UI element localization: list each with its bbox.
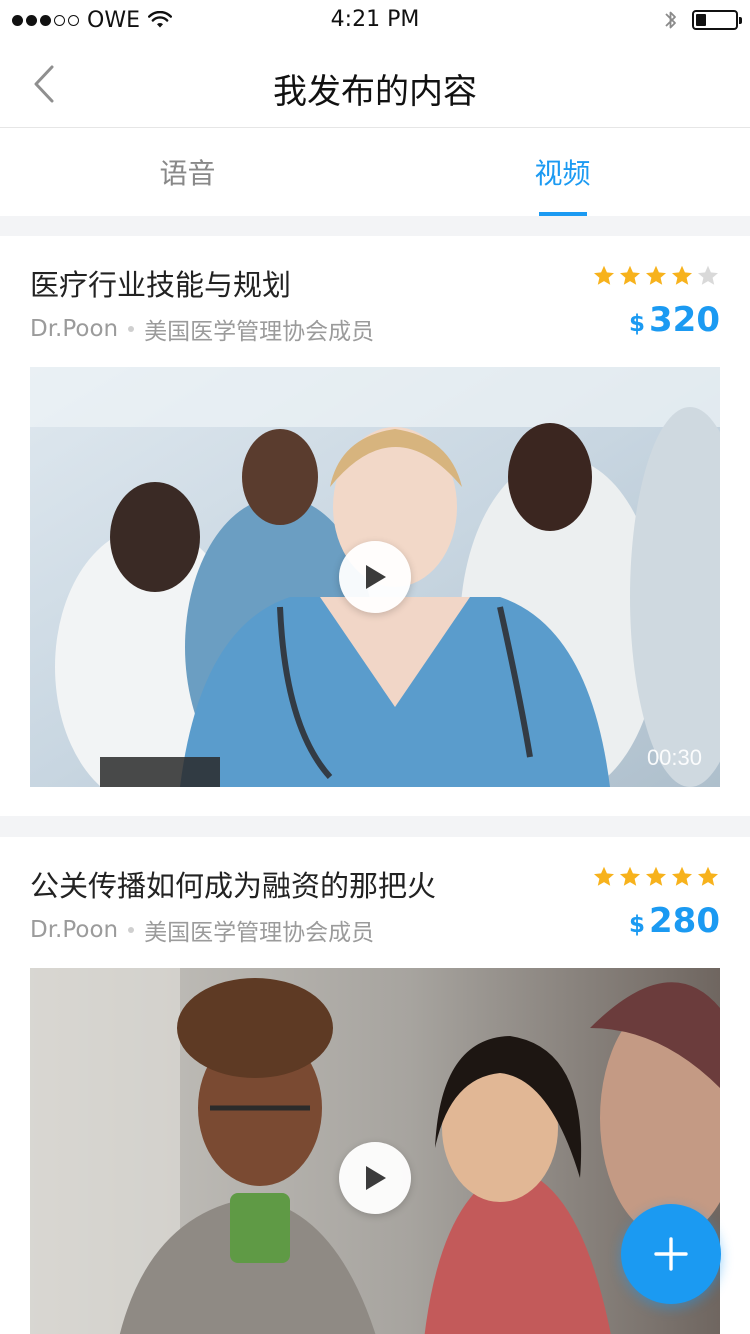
star-icon (620, 866, 640, 886)
star-icon (672, 866, 692, 886)
post-card[interactable]: 医疗行业技能与规划 Dr.Poon 美国医学管理协会成员 $ 320 00:30 (0, 236, 750, 816)
star-icon (646, 866, 666, 886)
tab-audio[interactable]: 语音 (0, 128, 375, 216)
page-title: 我发布的内容 (273, 72, 477, 112)
back-button[interactable] (18, 58, 70, 110)
separator-dot (128, 326, 135, 332)
play-icon (366, 565, 386, 589)
post-title: 医疗行业技能与规划 (30, 268, 292, 302)
currency-symbol: $ (629, 311, 646, 337)
star-icon (646, 265, 666, 285)
tab-bar: 语音 视频 (0, 128, 750, 216)
chevron-left-icon (34, 65, 54, 103)
post-meta: Dr.Poon 美国医学管理协会成员 (30, 312, 374, 346)
play-button[interactable] (339, 1142, 411, 1214)
star-icon (594, 866, 614, 886)
status-bar: OWE 4:21 PM (0, 0, 750, 40)
add-content-button[interactable] (621, 1204, 721, 1304)
author-name: Dr.Poon (30, 917, 119, 943)
rating-stars (592, 264, 720, 288)
status-time: 4:21 PM (330, 7, 420, 32)
video-duration: 00:30 (646, 745, 702, 770)
currency-symbol: $ (629, 912, 646, 938)
play-icon (366, 1166, 386, 1190)
author-name: Dr.Poon (30, 316, 119, 342)
star-icon (672, 265, 692, 285)
price-value: 320 (649, 300, 720, 340)
post-price: $ 280 (629, 901, 720, 941)
rating-stars (592, 865, 720, 889)
status-right (664, 8, 742, 32)
tab-label: 语音 (159, 157, 216, 190)
play-button[interactable] (339, 541, 411, 613)
battery-icon (692, 10, 742, 30)
tab-video[interactable]: 视频 (375, 128, 750, 216)
post-title: 公关传播如何成为融资的那把火 (30, 869, 437, 903)
battery-level (696, 14, 706, 26)
star-icon (620, 265, 640, 285)
price-value: 280 (649, 901, 720, 941)
separator-dot (128, 927, 135, 933)
video-thumbnail[interactable]: 00:30 (30, 367, 720, 787)
star-icon (594, 265, 614, 285)
post-price: $ 320 (629, 300, 720, 340)
plus-icon (654, 1237, 688, 1271)
tab-active-indicator (538, 212, 587, 216)
post-meta: Dr.Poon 美国医学管理协会成员 (30, 913, 374, 947)
tab-label: 视频 (534, 157, 591, 190)
bluetooth-icon (665, 11, 676, 29)
nav-bar: 我发布的内容 (0, 40, 750, 128)
author-affiliation: 美国医学管理协会成员 (144, 319, 375, 345)
star-icon (698, 265, 718, 285)
author-affiliation: 美国医学管理协会成员 (144, 920, 375, 946)
video-thumbnail[interactable] (30, 968, 720, 1334)
star-icon (698, 866, 718, 886)
